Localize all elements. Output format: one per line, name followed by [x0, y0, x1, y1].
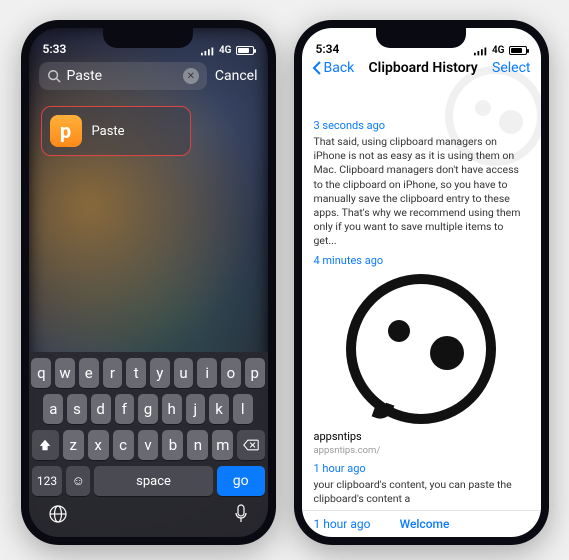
key-h[interactable]: h [162, 394, 182, 424]
battery-icon [509, 46, 527, 55]
page-title: Clipboard History [369, 60, 478, 76]
key-n[interactable]: n [187, 430, 208, 460]
notch [376, 28, 466, 48]
emoji-icon: ☺ [72, 473, 85, 489]
key-c[interactable]: c [113, 430, 134, 460]
key-f[interactable]: f [115, 394, 135, 424]
key-a[interactable]: a [43, 394, 63, 424]
key-o[interactable]: o [221, 358, 241, 388]
key-v[interactable]: v [138, 430, 159, 460]
clear-search-button[interactable]: ✕ [183, 68, 199, 84]
key-y[interactable]: y [150, 358, 170, 388]
keyboard: q w e r t y u i o p a s d f g h j k l [29, 352, 268, 537]
search-icon [47, 69, 61, 83]
face-logo-icon [346, 274, 496, 424]
phone-left: 5:33 4G Paste ✕ Cancel p Paste q w e [21, 20, 276, 545]
phone-right: 5:34 4G Back Clipboard History Select Se… [294, 20, 549, 545]
key-k[interactable]: k [209, 394, 229, 424]
key-numbers[interactable]: 123 [32, 466, 63, 496]
nav-bar: Back Clipboard History Select [302, 58, 541, 82]
entry-timestamp: 1 hour ago [314, 462, 529, 475]
backspace-icon [243, 439, 259, 451]
entry-site-url: appsntips.com/ [314, 445, 529, 456]
search-value: Paste [67, 68, 177, 84]
key-z[interactable]: z [63, 430, 84, 460]
key-b[interactable]: b [162, 430, 183, 460]
key-q[interactable]: q [31, 358, 51, 388]
history-list[interactable]: 3 seconds ago That said, using clipboard… [302, 113, 541, 510]
key-shift[interactable] [32, 430, 59, 460]
status-time: 5:34 [316, 42, 340, 56]
key-l[interactable]: l [233, 394, 253, 424]
key-r[interactable]: r [103, 358, 123, 388]
search-result-app[interactable]: p Paste [41, 106, 191, 156]
notch [103, 28, 193, 48]
app-name-label: Paste [92, 124, 125, 139]
key-d[interactable]: d [91, 394, 111, 424]
key-t[interactable]: t [126, 358, 146, 388]
entry-image[interactable] [314, 270, 529, 430]
signal-icon [201, 46, 215, 56]
bottom-toolbar: 1 hour ago Welcome [302, 510, 541, 537]
mic-icon[interactable] [233, 504, 249, 529]
key-space[interactable]: space [94, 466, 213, 496]
key-p[interactable]: p [245, 358, 265, 388]
status-time: 5:33 [43, 42, 67, 56]
shift-icon [38, 438, 52, 452]
footer-welcome[interactable]: Welcome [400, 517, 450, 531]
cancel-button[interactable]: Cancel [215, 68, 258, 84]
key-e[interactable]: e [79, 358, 99, 388]
key-g[interactable]: g [138, 394, 158, 424]
entry-text[interactable]: your clipboard's content, you can paste … [314, 478, 529, 506]
network-label: 4G [492, 45, 505, 56]
key-u[interactable]: u [174, 358, 194, 388]
key-x[interactable]: x [88, 430, 109, 460]
network-label: 4G [219, 45, 232, 56]
key-m[interactable]: m [212, 430, 233, 460]
entry-timestamp: 3 seconds ago [314, 119, 529, 132]
key-j[interactable]: j [186, 394, 206, 424]
select-button[interactable]: Select [492, 60, 530, 76]
battery-icon [236, 46, 254, 55]
key-i[interactable]: i [197, 358, 217, 388]
globe-icon[interactable] [48, 504, 68, 529]
footer-timestamp: 1 hour ago [314, 517, 371, 531]
key-go[interactable]: go [217, 466, 265, 496]
key-backspace[interactable] [237, 430, 264, 460]
entry-site-name: appsntips [314, 430, 529, 445]
key-w[interactable]: w [55, 358, 75, 388]
paste-app-icon: p [50, 115, 82, 147]
back-button[interactable]: Back [312, 60, 355, 76]
key-emoji[interactable]: ☺ [66, 466, 90, 496]
search-input[interactable]: Paste ✕ [39, 62, 207, 90]
signal-icon [474, 46, 488, 56]
entry-timestamp: 4 minutes ago [314, 254, 529, 267]
chevron-left-icon [312, 61, 322, 75]
key-s[interactable]: s [67, 394, 87, 424]
entry-text[interactable]: That said, using clipboard managers on i… [314, 135, 529, 248]
